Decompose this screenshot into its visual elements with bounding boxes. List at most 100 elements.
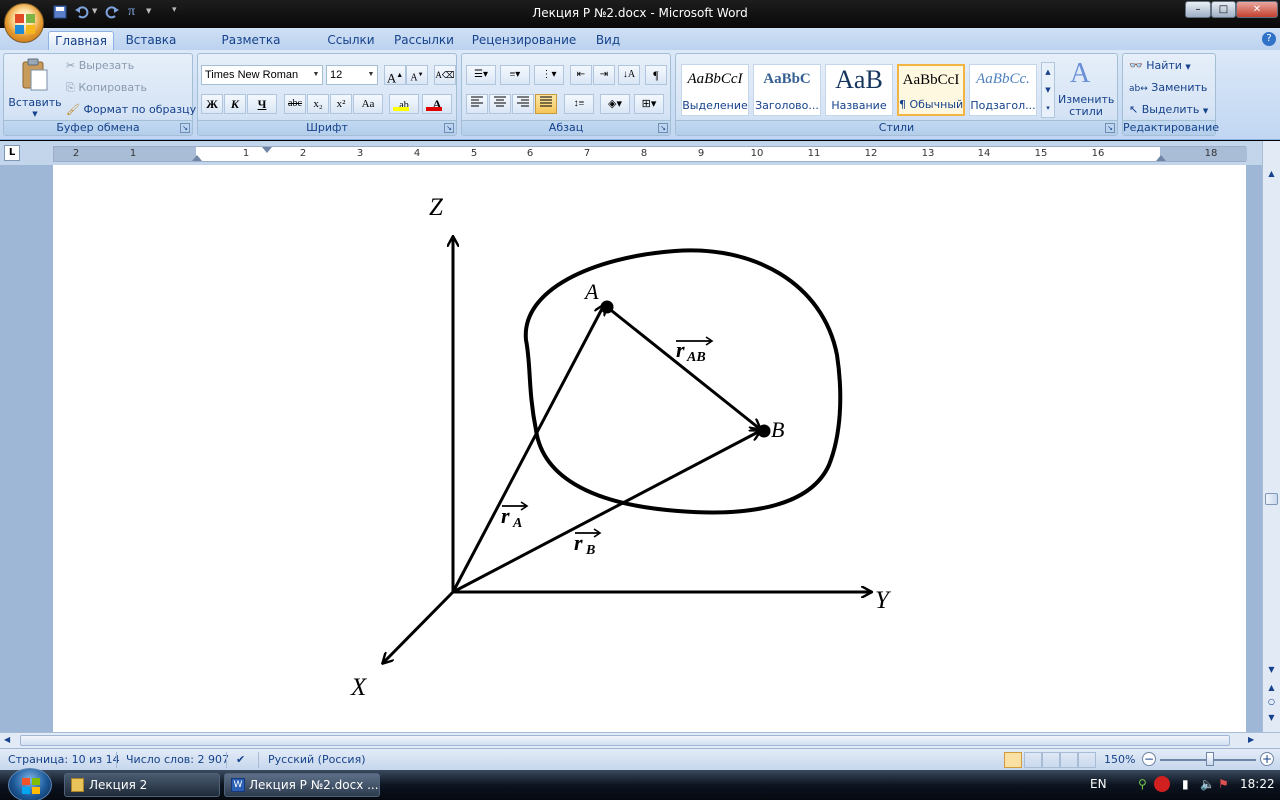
style-subtitle[interactable]: AaBbCc. Подзагол... [969, 64, 1037, 116]
clear-format-icon[interactable]: A⌫ [434, 65, 456, 85]
volume-icon[interactable]: 🔈 [1200, 777, 1215, 791]
taskbar-item-word[interactable]: W Лекция Р №2.docx ... [224, 773, 380, 797]
horizontal-scrollbar[interactable]: ◀ ▶ [0, 732, 1280, 748]
browse-object-icon[interactable]: ○ [1265, 697, 1278, 706]
hscroll-thumb[interactable] [20, 735, 1230, 746]
paste-button[interactable]: Вставить ▼ [8, 56, 62, 120]
copy-button[interactable]: ⎘ Копировать [66, 79, 147, 97]
battery-icon[interactable]: ▮ [1182, 777, 1189, 791]
left-indent-marker[interactable] [192, 155, 202, 161]
highlight-button[interactable]: ab [389, 94, 419, 114]
numbering-icon[interactable]: ≡▾ [500, 65, 530, 85]
superscript-button[interactable]: x² [330, 94, 352, 114]
print-layout-view-icon[interactable] [1004, 752, 1022, 768]
show-marks-icon[interactable]: ¶ [645, 65, 667, 85]
maximize-button[interactable]: □ [1211, 1, 1236, 18]
save-icon[interactable] [52, 4, 68, 20]
styles-launcher-icon[interactable]: ↘ [1105, 123, 1115, 133]
right-indent-marker[interactable] [1156, 155, 1166, 161]
justify-icon[interactable] [535, 94, 557, 114]
align-right-icon[interactable] [512, 94, 534, 114]
zoom-slider-thumb[interactable] [1206, 752, 1214, 766]
zoom-in-button[interactable]: + [1260, 752, 1274, 766]
word-count[interactable]: Число слов: 2 907 [126, 753, 229, 766]
tab-review[interactable]: Рецензирование [468, 31, 580, 50]
font-size-combo[interactable]: 12 ▼ [326, 65, 378, 85]
zoom-level[interactable]: 150% [1104, 753, 1135, 766]
increase-indent-icon[interactable]: ⇥ [593, 65, 615, 85]
subscript-button[interactable]: x₂ [307, 94, 329, 114]
font-color-button[interactable]: A [422, 94, 452, 114]
align-left-icon[interactable] [466, 94, 488, 114]
minimize-button[interactable]: – [1185, 1, 1211, 18]
horizontal-ruler[interactable]: 2 1 1 2 3 4 5 6 7 8 9 10 11 12 13 14 15 16 18 [53, 146, 1247, 162]
font-size-dropdown-icon[interactable]: ▼ [366, 66, 376, 84]
redo-icon[interactable] [104, 4, 120, 20]
tab-view[interactable]: Вид [590, 31, 626, 50]
align-center-icon[interactable] [489, 94, 511, 114]
sort-icon[interactable]: ↓A [618, 65, 640, 85]
document-page[interactable]: Z Y X A B r AB r A r B [53, 165, 1246, 732]
full-screen-reading-view-icon[interactable] [1024, 752, 1042, 768]
strikethrough-button[interactable]: abc [284, 94, 306, 114]
change-case-button[interactable]: Aa [353, 94, 383, 114]
language-indicator[interactable]: Русский (Россия) [268, 753, 366, 766]
close-button[interactable]: ✕ [1236, 1, 1278, 18]
replace-button[interactable]: ab↔ Заменить [1129, 79, 1207, 97]
equation-dropdown-icon[interactable]: ▼ [146, 7, 151, 15]
select-button[interactable]: ↖ Выделить ▼ [1129, 101, 1208, 119]
cut-button[interactable]: ✂ Вырезать [66, 57, 134, 75]
scroll-right-icon[interactable]: ▶ [1248, 735, 1254, 744]
bullets-icon[interactable]: ☰▾ [466, 65, 496, 85]
paste-dropdown-icon[interactable]: ▼ [8, 110, 62, 118]
first-line-indent-marker[interactable] [262, 147, 272, 153]
tab-selector[interactable]: L [4, 145, 20, 161]
zoom-out-button[interactable]: − [1142, 752, 1156, 766]
scroll-down-icon[interactable]: ▼ [1265, 665, 1278, 679]
find-button[interactable]: 👓 Найти ▼ [1129, 57, 1191, 75]
tab-insert[interactable]: Вставка [122, 31, 180, 50]
tab-home[interactable]: Главная [48, 31, 114, 50]
help-icon[interactable]: ? [1262, 32, 1276, 46]
style-normal[interactable]: AaBbCcI ¶ Обычный [897, 64, 965, 116]
security-flag-icon[interactable]: ⚑ [1218, 777, 1229, 791]
borders-icon[interactable]: ⊞▾ [634, 94, 664, 114]
proofing-icon[interactable]: ✔ [236, 753, 245, 766]
clock[interactable]: 18:22 [1240, 777, 1275, 791]
change-styles-button[interactable]: A Изменить стили [1058, 56, 1114, 120]
style-emphasis[interactable]: AaBbCcI Выделение [681, 64, 749, 116]
office-button[interactable] [4, 3, 44, 43]
select-dropdown-icon[interactable]: ▼ [1203, 107, 1208, 115]
tab-page-layout[interactable]: Разметка страницы [190, 31, 312, 65]
language-bar[interactable]: EN [1090, 777, 1107, 791]
network-icon[interactable]: ⚲ [1138, 777, 1147, 791]
font-launcher-icon[interactable]: ↘ [444, 123, 454, 133]
web-layout-view-icon[interactable] [1042, 752, 1060, 768]
clipboard-launcher-icon[interactable]: ↘ [180, 123, 190, 133]
underline-button[interactable]: Ч [247, 94, 277, 114]
tab-mailings[interactable]: Рассылки [390, 31, 458, 50]
antivirus-icon[interactable] [1154, 776, 1170, 792]
shading-icon[interactable]: ◈▾ [600, 94, 630, 114]
page-count[interactable]: Страница: 10 из 14 [8, 753, 120, 766]
undo-icon[interactable] [74, 4, 90, 20]
scroll-left-icon[interactable]: ◀ [4, 735, 10, 744]
undo-dropdown-icon[interactable]: ▼ [92, 7, 97, 15]
styles-scroll[interactable]: ▲ ▼ ▾ [1041, 62, 1055, 118]
prev-page-icon[interactable]: ▲ [1265, 683, 1278, 692]
style-heading[interactable]: AaBbC Заголово... [753, 64, 821, 116]
customize-qat-icon[interactable]: ▾ [172, 5, 177, 15]
outline-view-icon[interactable] [1060, 752, 1078, 768]
style-title[interactable]: AaB Название [825, 64, 893, 116]
font-family-combo[interactable]: Times New Roman ▼ [201, 65, 323, 85]
tab-references[interactable]: Ссылки [322, 31, 380, 50]
font-family-dropdown-icon[interactable]: ▼ [311, 66, 321, 84]
scroll-thumb[interactable] [1265, 493, 1278, 505]
find-dropdown-icon[interactable]: ▼ [1185, 63, 1190, 71]
paragraph-launcher-icon[interactable]: ↘ [658, 123, 668, 133]
taskbar-item-folder[interactable]: Лекция 2 [64, 773, 220, 797]
bold-button[interactable]: Ж [201, 94, 223, 114]
start-button[interactable] [8, 768, 52, 800]
line-spacing-icon[interactable]: ↕≡ [564, 94, 594, 114]
format-painter-button[interactable]: 🖌 Формат по образцу [66, 101, 196, 119]
